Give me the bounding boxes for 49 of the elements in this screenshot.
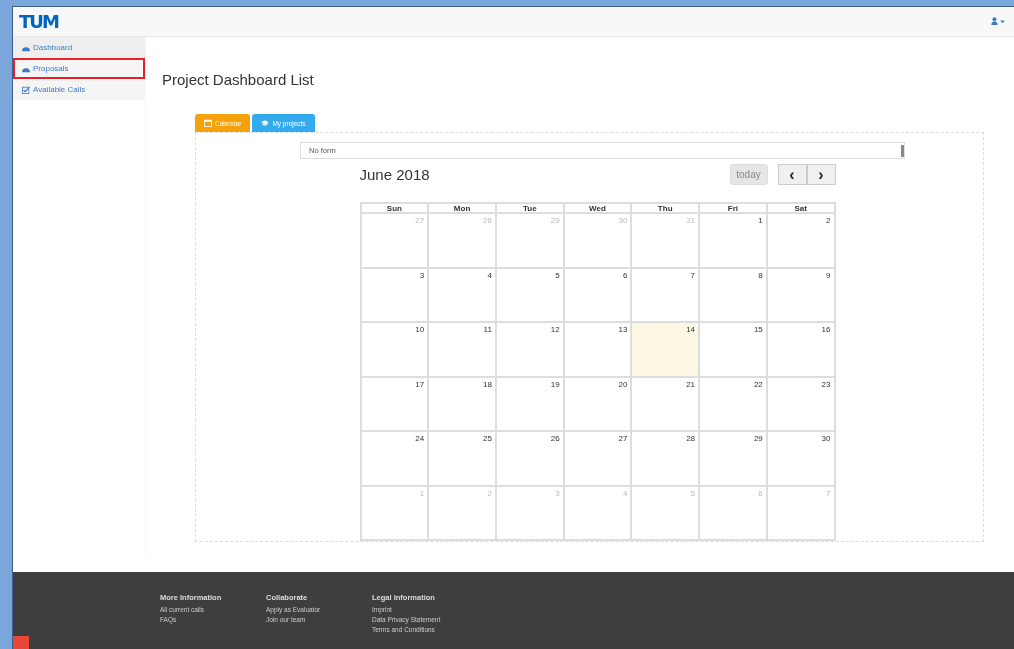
day-cell[interactable]: 24 bbox=[360, 431, 429, 486]
day-cell[interactable]: 19 bbox=[495, 376, 564, 431]
weekday-header: Wed bbox=[563, 203, 632, 213]
day-cell[interactable]: 23 bbox=[766, 376, 835, 431]
day-cell[interactable]: 8 bbox=[699, 267, 767, 322]
day-cell[interactable]: 12 bbox=[495, 322, 564, 377]
weekday-header: Tue bbox=[495, 203, 564, 213]
day-cell[interactable]: 26 bbox=[495, 431, 564, 486]
day-cell[interactable]: 29 bbox=[699, 431, 767, 486]
next-month-button[interactable]: › bbox=[806, 164, 836, 185]
day-cell[interactable]: 18 bbox=[428, 376, 496, 431]
day-cell[interactable]: 9 bbox=[766, 267, 835, 322]
day-cell[interactable]: 25 bbox=[428, 431, 496, 486]
day-cell[interactable]: 1 bbox=[699, 213, 767, 268]
day-cell[interactable]: 13 bbox=[563, 322, 632, 377]
weekday-header: Thu bbox=[631, 203, 700, 213]
day-cell[interactable]: 2 bbox=[766, 213, 835, 268]
day-cell[interactable]: 4 bbox=[428, 267, 496, 322]
checkbox-icon bbox=[22, 85, 30, 94]
day-cell[interactable]: 6 bbox=[563, 267, 632, 322]
weekday-header: Sat bbox=[766, 203, 835, 213]
day-cell[interactable]: 21 bbox=[631, 376, 700, 431]
day-cell[interactable]: 10 bbox=[360, 322, 429, 377]
day-cell[interactable]: 22 bbox=[699, 376, 767, 431]
logo[interactable]: TUM bbox=[19, 11, 58, 32]
graduation-cap-icon bbox=[261, 119, 270, 127]
day-cell[interactable]: 14 bbox=[631, 322, 700, 377]
weekday-header: Mon bbox=[428, 203, 496, 213]
weekday-header: Fri bbox=[699, 203, 767, 213]
day-cell[interactable]: 7 bbox=[631, 267, 700, 322]
weekday-header: Sun bbox=[360, 203, 429, 213]
calendar-title: June 2018 bbox=[359, 166, 430, 183]
sidebar-item[interactable]: Dashboard bbox=[13, 37, 145, 58]
user-menu-icon[interactable] bbox=[991, 17, 1006, 26]
day-cell[interactable]: 5 bbox=[495, 267, 564, 322]
calendar-icon bbox=[204, 119, 212, 127]
day-cell[interactable]: 30 bbox=[766, 431, 835, 486]
day-cell[interactable]: 17 bbox=[360, 376, 429, 431]
day-cell[interactable]: 28 bbox=[631, 431, 700, 486]
day-cell[interactable]: 20 bbox=[563, 376, 632, 431]
day-cell[interactable]: 16 bbox=[766, 322, 835, 377]
app-badge-icon bbox=[13, 636, 29, 649]
day-cell[interactable]: 15 bbox=[699, 322, 767, 377]
sidebar-item[interactable]: Proposals bbox=[13, 58, 145, 79]
previous-month-button[interactable]: ‹ bbox=[777, 164, 807, 185]
day-cell[interactable]: 3 bbox=[360, 267, 429, 322]
day-cell[interactable]: 11 bbox=[428, 322, 496, 377]
page-title: Project Dashboard List bbox=[162, 71, 315, 88]
day-cell[interactable]: 27 bbox=[563, 431, 632, 486]
